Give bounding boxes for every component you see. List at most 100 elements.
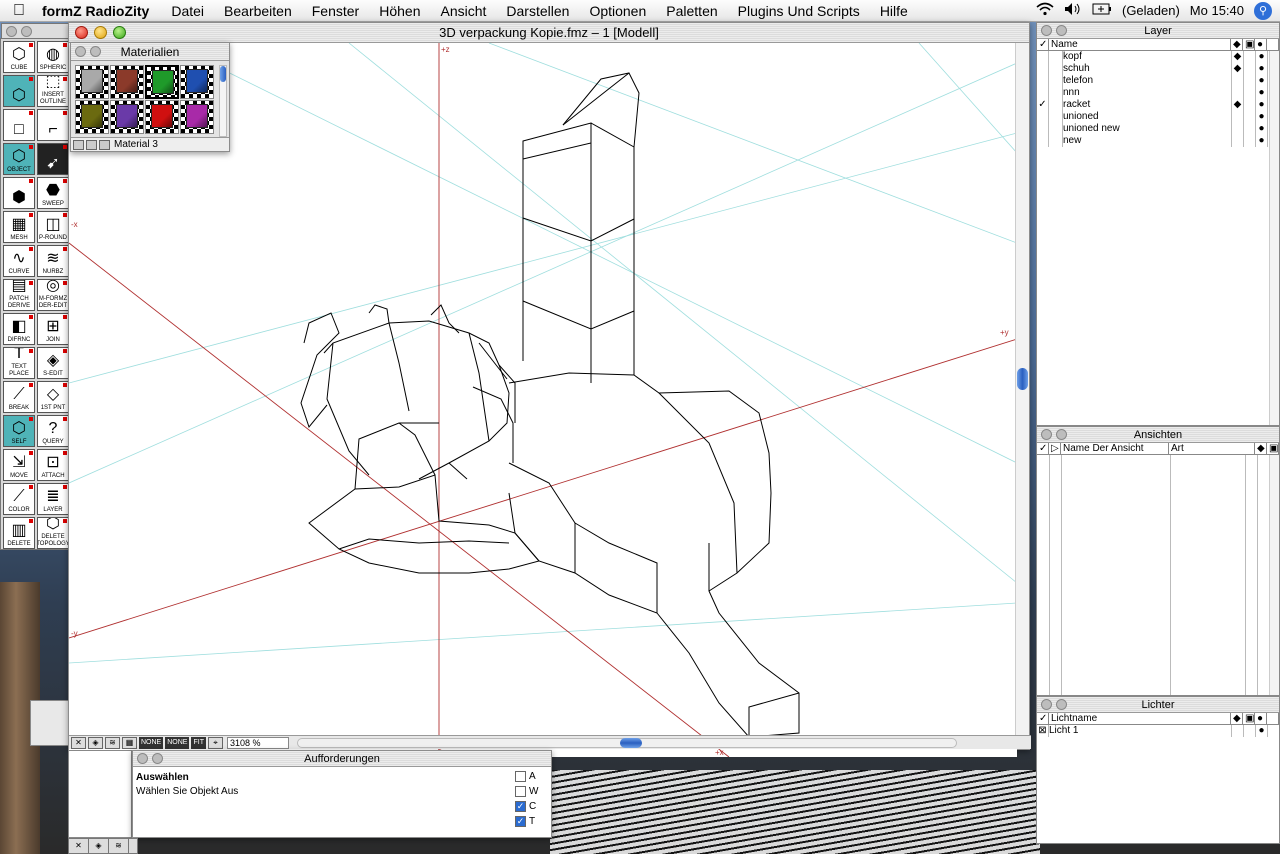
menu-hilfe[interactable]: Hilfe [870,3,918,19]
layer-scrollbar[interactable] [1269,51,1279,425]
tool-text-place[interactable]: T TEXT PLACE [3,347,35,379]
layer-diamond-cell[interactable] [1231,123,1243,135]
views-scrollbar[interactable] [1269,455,1279,695]
layer-lock-cell[interactable] [1243,87,1255,99]
layer-diamond-cell[interactable] [1231,111,1243,123]
tool-spheric[interactable]: ◍ SPHERIC [37,41,69,73]
tool-move[interactable]: ⇲ MOVE [3,449,35,481]
layer-diamond-cell[interactable] [1231,75,1243,87]
views-zoom-button[interactable] [1056,429,1067,440]
status-fit-button[interactable]: FIT [191,736,206,749]
lights-header-name[interactable]: Lichtname [1049,713,1231,724]
material-swatch[interactable] [180,100,214,134]
layer-lock-cell[interactable] [1243,111,1255,123]
layer-row[interactable]: unioned ● [1037,111,1279,123]
menu-clock[interactable]: Mo 15:40 [1190,3,1244,18]
layer-active-check[interactable] [1037,87,1049,99]
wifi-icon[interactable] [1036,2,1054,19]
status-plane-icon[interactable]: ≋ [105,736,120,749]
tool-color[interactable]: ⟋ COLOR [3,483,35,515]
prompt-option-checkbox[interactable] [515,786,526,797]
material-grid-icon[interactable] [99,139,110,150]
tool-curve[interactable]: ∿ CURVE [3,245,35,277]
tool-break[interactable]: ⟋ BREAK [3,381,35,413]
layer-active-check[interactable] [1037,51,1049,63]
tool-delete-topology[interactable]: ⬡ DELETE TOPOLOGY [37,517,69,549]
layer-row[interactable]: nnn ● [1037,87,1279,99]
layer-lock-cell[interactable] [1243,135,1255,147]
tool-object[interactable]: ⬡ OBJECT [3,143,35,175]
status-none-2[interactable]: NONE [165,736,190,749]
menu-ansicht[interactable]: Ansicht [430,3,496,19]
menu-paletten[interactable]: Paletten [656,3,727,19]
status-none-1[interactable]: NONE [139,736,164,749]
layer-diamond-cell[interactable] [1231,87,1243,99]
light-lock-cell[interactable] [1243,725,1255,737]
tool-cube-wire[interactable]: ⬢ [3,177,35,209]
prompts-close-button[interactable] [137,753,148,764]
layer-name[interactable]: racket [1063,99,1231,111]
layer-header-name[interactable]: Name [1049,39,1231,50]
tool-cube-teal[interactable]: ⬡ [3,75,35,107]
viewport-horizontal-scrollbar[interactable] [296,737,957,748]
prompt-option-checkbox[interactable]: ✓ [515,816,526,827]
prompt-option[interactable]: ✓ T [515,814,541,829]
layer-row[interactable]: ✓ racket ◆ ● [1037,99,1279,111]
layer-lock-cell[interactable] [1243,123,1255,135]
material-edit-icon[interactable] [86,139,97,150]
prompt-option-checkbox[interactable] [515,771,526,782]
window-zoom-button[interactable] [113,26,126,39]
materials-close-button[interactable] [75,46,86,57]
layer-name[interactable]: new [1063,135,1231,147]
app-menu[interactable]: formZ RadioZity [38,3,161,19]
layer-active-check[interactable] [1037,111,1049,123]
bottom-cross-icon[interactable]: ✕ [69,839,89,853]
prompts-titlebar[interactable]: Aufforderungen [133,751,551,767]
light-name[interactable]: Licht 1 [1049,725,1231,737]
layer-active-check[interactable] [1037,63,1049,75]
material-swatch[interactable] [180,65,214,99]
toolbox-close-button[interactable] [6,25,17,37]
tool-difrnc[interactable]: ◧ DIFRNC [3,313,35,345]
menu-darstellen[interactable]: Darstellen [496,3,579,19]
layer-lock-cell[interactable] [1243,99,1255,111]
menu-optionen[interactable]: Optionen [579,3,656,19]
bottom-plane-icon[interactable]: ≋ [109,839,129,853]
bottom-snap-icon[interactable]: ◈ [89,839,109,853]
status-mesh-icon[interactable]: ▦ [122,736,137,749]
layer-diamond-cell[interactable]: ◆ [1231,63,1243,75]
layer-visible-dot-icon[interactable]: ● [1255,123,1267,135]
viewport-horizontal-scroll-thumb[interactable] [619,737,642,748]
layer-row[interactable]: schuh ◆ ● [1037,63,1279,75]
material-swatch[interactable] [145,100,179,134]
tool-self[interactable]: ⬡ SELF [3,415,35,447]
tool-extrude[interactable]: ⌐ [37,109,69,141]
menu-bearbeiten[interactable]: Bearbeiten [214,3,302,19]
tool-cube[interactable]: ⬡ CUBE [3,41,35,73]
tool-1st-pnt[interactable]: ◇ 1ST PNT [37,381,69,413]
layer-visible-dot-icon[interactable]: ● [1255,51,1267,63]
layer-lock-cell[interactable] [1243,63,1255,75]
layer-visible-dot-icon[interactable]: ● [1255,63,1267,75]
layer-active-check[interactable]: ✓ [1037,99,1049,111]
material-swatch[interactable] [110,65,144,99]
viewport-vertical-scrollbar[interactable] [1015,43,1029,737]
material-swatch[interactable] [75,100,109,134]
layer-name[interactable]: schuh [1063,63,1231,75]
tool-s-edit[interactable]: ◈ S-EDIT [37,347,69,379]
model-window-titlebar[interactable]: 3D verpackung Kopie.fmz – 1 [Modell] [69,23,1029,43]
layer-visible-dot-icon[interactable]: ● [1255,87,1267,99]
lights-close-button[interactable] [1041,699,1052,710]
layer-name[interactable]: kopf [1063,51,1231,63]
menu-fenster[interactable]: Fenster [302,3,369,19]
layer-visible-dot-icon[interactable]: ● [1255,75,1267,87]
layer-close-button[interactable] [1041,25,1052,36]
toolbox-zoom-button[interactable] [21,25,32,37]
tool-delete[interactable]: ▥ DELETE [3,517,35,549]
layer-titlebar[interactable]: Layer [1037,23,1279,39]
apple-menu-icon[interactable]:  [0,2,38,20]
layer-visible-dot-icon[interactable]: ● [1255,135,1267,147]
material-swatch[interactable] [75,65,109,99]
prompt-option[interactable]: ✓ C [515,799,541,814]
volume-icon[interactable] [1064,2,1082,19]
